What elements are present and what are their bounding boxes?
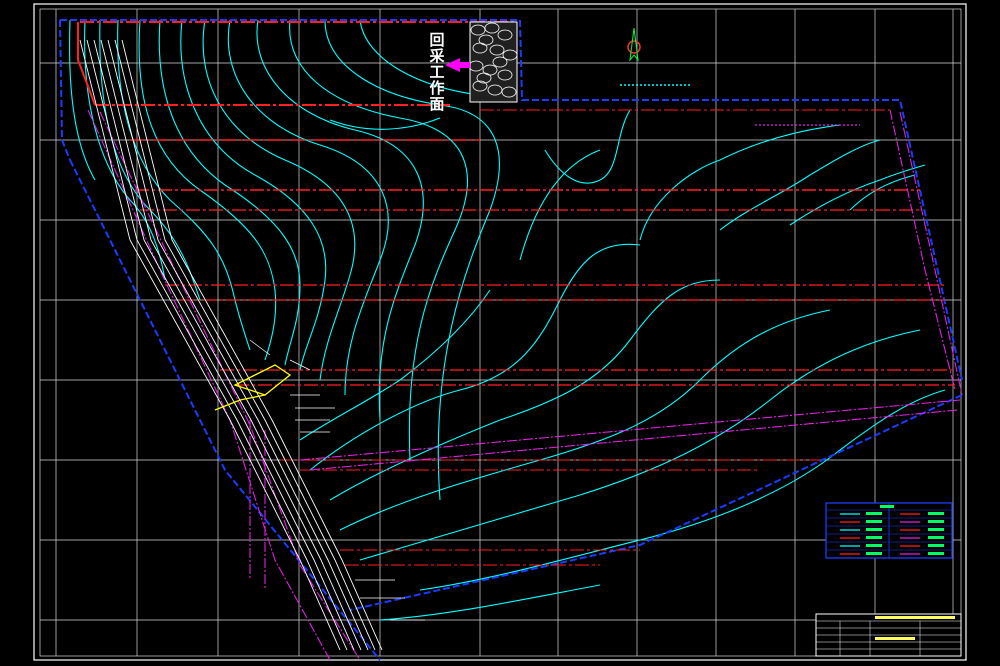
title-block-text-mark <box>875 616 955 619</box>
fault-line <box>99 111 361 661</box>
contour-line <box>158 19 301 366</box>
fault-line-bundle <box>121 39 383 651</box>
legend-text-mark <box>928 528 944 531</box>
work-face-label-char: 采 <box>429 47 445 65</box>
contour-line <box>339 309 831 531</box>
boundary-line <box>59 19 71 161</box>
legend-text-mark <box>866 544 882 547</box>
roadway-lines <box>77 21 955 566</box>
work-face-label-char: 工 <box>429 63 445 81</box>
title-block <box>815 613 962 657</box>
contour-line <box>99 19 201 301</box>
contour-line <box>719 139 881 231</box>
work-face-label: 回 采 工 作 面 <box>428 32 446 112</box>
work-face-label-char: 作 <box>429 79 445 97</box>
contour-line <box>69 19 96 181</box>
legend-text-mark <box>866 536 882 539</box>
goaf-hatch-area <box>445 21 518 103</box>
cad-drawing-canvas[interactable]: 回 采 工 作 面 <box>0 0 1000 666</box>
goaf-area <box>469 21 518 103</box>
contour-line <box>329 279 721 501</box>
legend-text-mark <box>866 552 882 555</box>
legend-text-mark <box>928 536 944 539</box>
title-block-text-mark <box>875 637 915 640</box>
legend-text-mark <box>928 520 944 523</box>
legend-text-mark <box>866 520 882 523</box>
highlight-shape <box>214 394 266 411</box>
north-arrow-icon <box>627 27 641 62</box>
mine-plan-drawing <box>33 3 967 661</box>
coordinate-grid <box>40 9 961 656</box>
legend-text-mark <box>928 552 944 555</box>
legend-text-mark <box>866 512 882 515</box>
contour-line <box>359 19 481 96</box>
fault-line-bundle <box>107 39 369 651</box>
contour-line <box>519 149 601 261</box>
contour-line <box>84 19 166 281</box>
legend-title-mark <box>880 505 894 508</box>
legend-text-mark <box>928 512 944 515</box>
legend-text-mark <box>928 544 944 547</box>
work-face-label-char: 面 <box>429 95 445 113</box>
fault-line-bundle <box>93 39 355 651</box>
contour-line <box>202 19 356 381</box>
fault-line <box>889 109 956 391</box>
fault-line-bundle <box>79 39 341 651</box>
fault-line <box>299 399 961 461</box>
contour-line <box>299 289 491 441</box>
contour-line <box>180 19 327 371</box>
north-arrow-ring <box>627 40 641 54</box>
legend-table <box>825 502 953 559</box>
contour-line <box>227 19 389 396</box>
contour-line <box>789 164 926 226</box>
panel-boundary <box>59 19 963 661</box>
fault-lines <box>79 39 963 661</box>
direction-arrow-icon <box>445 58 460 72</box>
contour-line <box>379 584 601 621</box>
work-face-label-char: 回 <box>429 31 445 49</box>
contour-line <box>639 124 841 241</box>
callout-leader-line <box>249 339 271 356</box>
contour-line <box>309 243 641 471</box>
fault-line <box>309 409 959 471</box>
inner-frame <box>39 8 962 657</box>
legend-text-mark <box>866 528 882 531</box>
direction-arrow-shaft <box>458 62 470 68</box>
fault-line-bundle <box>100 39 362 651</box>
